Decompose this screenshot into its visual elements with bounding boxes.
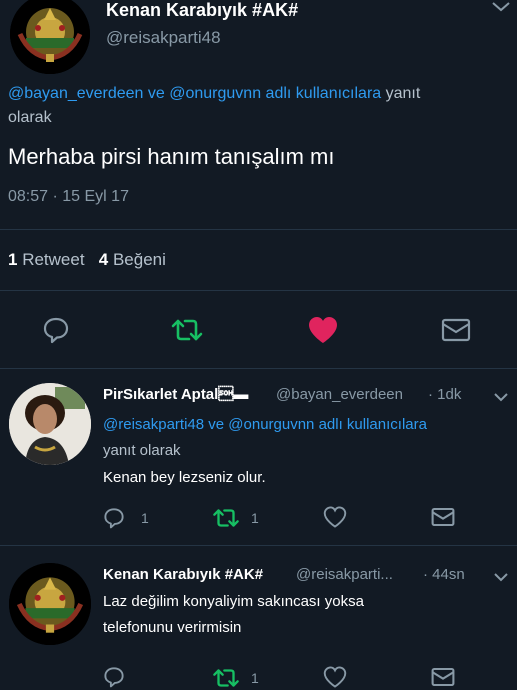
retweet-icon[interactable] bbox=[211, 508, 241, 528]
reply-author-name[interactable]: PirSıkarlet Aptal▬ bbox=[103, 386, 248, 403]
divider bbox=[0, 545, 517, 546]
reply-time[interactable]: · 44sn bbox=[423, 566, 465, 583]
retweet-label[interactable]: Retweet bbox=[22, 250, 84, 269]
avatar[interactable] bbox=[9, 563, 91, 645]
tweet-timestamp[interactable]: 08:57 · 15 Eyl 17 bbox=[8, 188, 129, 206]
tweet-stats: 1 Retweet 4 Beğeni bbox=[8, 250, 166, 270]
author-name[interactable]: Kenan Karabıyık #AK# bbox=[106, 0, 298, 21]
divider bbox=[0, 290, 517, 291]
reply-mentions-link[interactable]: @reisakparti48 ve @onurguvnn adlı kullan… bbox=[103, 416, 427, 433]
author-handle[interactable]: @reisakparti48 bbox=[106, 28, 221, 48]
main-tweet-header: Kenan Karabıyık #AK# @reisakparti48 bbox=[0, 0, 517, 75]
envelope-icon[interactable] bbox=[431, 667, 455, 687]
reply-text-line-1: Laz değilim konyaliyim sakıncası yoksa bbox=[103, 593, 364, 610]
retweet-icon[interactable] bbox=[211, 668, 241, 688]
retweet-count[interactable]: 1 bbox=[8, 250, 17, 269]
user-photo-icon bbox=[9, 383, 91, 465]
reply-icon[interactable] bbox=[103, 666, 125, 688]
reply-time[interactable]: · 1dk bbox=[428, 386, 461, 403]
reply-handle[interactable]: @reisakparti... bbox=[296, 566, 393, 583]
chevron-down-icon[interactable] bbox=[493, 572, 509, 584]
retweet-icon[interactable] bbox=[170, 318, 204, 342]
tweet-text: Merhaba pirsi hanım tanışalım mı bbox=[8, 144, 335, 169]
heart-icon[interactable] bbox=[323, 666, 347, 688]
reply-author-name[interactable]: Kenan Karabıyık #AK# bbox=[103, 566, 263, 583]
chevron-down-icon[interactable] bbox=[493, 392, 509, 404]
reply-suffix-2: olarak bbox=[8, 109, 52, 126]
chevron-down-icon[interactable] bbox=[490, 0, 512, 14]
avatar[interactable] bbox=[10, 0, 90, 74]
envelope-icon[interactable] bbox=[431, 507, 455, 527]
divider bbox=[0, 368, 517, 369]
like-label[interactable]: Beğeni bbox=[113, 250, 166, 269]
tweet-thread: Kenan Karabıyık #AK# @reisakparti48 @bay… bbox=[0, 0, 517, 690]
heart-icon[interactable] bbox=[323, 506, 347, 528]
heart-icon[interactable] bbox=[307, 315, 339, 345]
retweet-count: 1 bbox=[251, 510, 259, 526]
avatar[interactable] bbox=[9, 383, 91, 465]
reply-text: Kenan bey lezseniz olur. bbox=[103, 469, 266, 486]
like-count[interactable]: 4 bbox=[99, 250, 108, 269]
reply-icon[interactable] bbox=[42, 316, 70, 344]
retweet-count: 1 bbox=[251, 670, 259, 686]
reply-context-label: yanıt olarak bbox=[103, 442, 181, 459]
ottoman-emblem-icon bbox=[10, 0, 90, 74]
reply-icon[interactable] bbox=[103, 507, 125, 529]
reply-handle[interactable]: @bayan_everdeen bbox=[276, 386, 403, 403]
reply-mentions-link[interactable]: @bayan_everdeen ve @onurguvnn adlı kulla… bbox=[8, 85, 381, 102]
ottoman-emblem-icon bbox=[9, 563, 91, 645]
reply-text-line-2: telefonunu verirmisin bbox=[103, 619, 242, 636]
reply-suffix: yanıt bbox=[385, 85, 421, 102]
divider bbox=[0, 229, 517, 230]
reply-context: @bayan_everdeen ve @onurguvnn adlı kulla… bbox=[8, 82, 508, 130]
envelope-icon[interactable] bbox=[441, 318, 471, 342]
reply-count: 1 bbox=[141, 510, 149, 526]
